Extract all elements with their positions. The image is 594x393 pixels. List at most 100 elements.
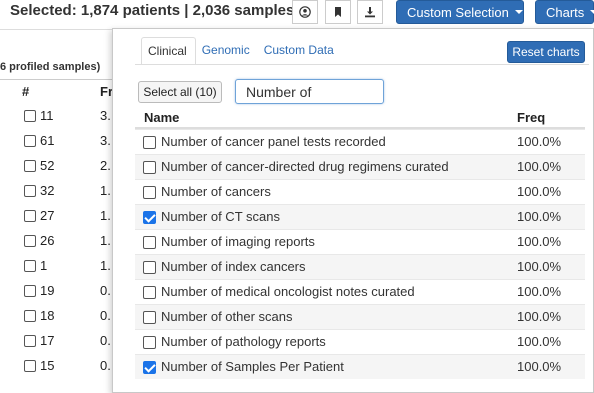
list-item[interactable]: Number of cancer-directed drug regimens … xyxy=(135,154,585,179)
row-count: 15 xyxy=(40,358,55,373)
table-row: 32 1. xyxy=(0,180,120,205)
table-row: 1 1. xyxy=(0,255,120,280)
attribute-freq: 100.0% xyxy=(517,134,562,149)
table-row: 19 0. xyxy=(0,280,120,305)
attribute-freq: 100.0% xyxy=(517,259,562,274)
table-row: 18 0. xyxy=(0,305,120,330)
download-button[interactable] xyxy=(357,0,383,24)
table-row: 11 3. xyxy=(0,105,120,130)
divider xyxy=(0,29,120,30)
tab-genomic[interactable]: Genomic xyxy=(196,37,258,65)
chevron-down-icon xyxy=(514,10,523,14)
row-checkbox[interactable] xyxy=(24,110,36,122)
list-item[interactable]: Number of cancers 100.0% xyxy=(135,179,585,204)
attribute-checkbox[interactable] xyxy=(143,311,156,324)
list-item[interactable]: Number of cancer panel tests recorded 100… xyxy=(135,129,585,154)
top-bar: Selected: 1,874 patients | 2,036 samples… xyxy=(0,0,594,28)
table-row: 26 1. xyxy=(0,230,120,255)
row-count: 11 xyxy=(40,108,54,123)
custom-selection-label: Custom Selection xyxy=(407,4,509,20)
table-subheader: 6 profiled samples) xyxy=(0,61,101,73)
list-item[interactable]: Number of imaging reports 100.0% xyxy=(135,229,585,254)
row-checkbox[interactable] xyxy=(24,160,36,172)
table-row: 15 0. xyxy=(0,355,120,380)
row-count: 32 xyxy=(40,183,55,198)
row-checkbox[interactable] xyxy=(24,260,36,272)
attribute-checkbox[interactable] xyxy=(143,161,156,174)
attribute-freq: 100.0% xyxy=(517,209,562,224)
list-item[interactable]: Number of index cancers 100.0% xyxy=(135,254,585,279)
user-circle-button[interactable] xyxy=(292,0,318,24)
attribute-label: Number of index cancers xyxy=(161,259,306,274)
search-input[interactable] xyxy=(235,79,384,104)
list-item[interactable]: Number of other scans 100.0% xyxy=(135,304,585,329)
attribute-checkbox[interactable] xyxy=(143,361,156,374)
attribute-label: Number of Samples Per Patient xyxy=(161,359,344,374)
attribute-freq: 100.0% xyxy=(517,234,562,249)
row-checkbox[interactable] xyxy=(24,310,36,322)
column-header-name: Name xyxy=(144,110,180,125)
attribute-freq: 100.0% xyxy=(517,159,562,174)
row-count: 27 xyxy=(40,208,55,223)
attribute-label: Number of cancer-directed drug regimens … xyxy=(161,159,449,174)
row-count: 17 xyxy=(40,333,55,348)
row-checkbox[interactable] xyxy=(24,360,36,372)
row-checkbox[interactable] xyxy=(24,210,36,222)
row-count: 19 xyxy=(40,283,55,298)
row-freq: 0. xyxy=(100,308,111,323)
tab-clinical[interactable]: Clinical xyxy=(141,37,196,65)
attribute-checkbox[interactable] xyxy=(143,211,156,224)
attribute-checkbox[interactable] xyxy=(143,186,156,199)
table-row: 17 0. xyxy=(0,330,120,355)
attribute-label: Number of CT scans xyxy=(161,209,280,224)
list-item[interactable]: Number of medical oncologist notes curat… xyxy=(135,279,585,304)
attribute-checkbox[interactable] xyxy=(143,236,156,249)
row-count: 18 xyxy=(40,308,55,323)
charts-button[interactable]: Charts xyxy=(535,0,594,24)
row-freq: 2. xyxy=(100,158,111,173)
tab-bar: Clinical Genomic Custom Data xyxy=(141,37,342,65)
attribute-label: Number of cancers xyxy=(161,184,271,199)
select-all-button[interactable]: Select all (10) xyxy=(138,81,222,103)
attribute-label: Number of cancer panel tests recorded xyxy=(161,134,386,149)
row-checkbox[interactable] xyxy=(24,235,36,247)
attribute-label: Number of imaging reports xyxy=(161,234,315,249)
table-row: 52 2. xyxy=(0,155,120,180)
bookmark-icon xyxy=(335,7,341,17)
divider xyxy=(0,79,120,80)
charts-label: Charts xyxy=(546,4,585,20)
attribute-checkbox[interactable] xyxy=(143,336,156,349)
attribute-label: Number of pathology reports xyxy=(161,334,326,349)
list-item[interactable]: Number of Samples Per Patient 100.0% xyxy=(135,354,585,379)
row-freq: 1. xyxy=(100,208,111,223)
list-header: Name Freq xyxy=(135,107,585,129)
custom-selection-button[interactable]: Custom Selection xyxy=(396,0,524,24)
list-item[interactable]: Number of CT scans 100.0% xyxy=(135,204,585,229)
attribute-label: Number of medical oncologist notes curat… xyxy=(161,284,415,299)
row-freq: 3. xyxy=(100,108,111,123)
attribute-checkbox[interactable] xyxy=(143,286,156,299)
study-view: Selected: 1,874 patients | 2,036 samples… xyxy=(0,0,594,393)
row-checkbox[interactable] xyxy=(24,285,36,297)
attribute-checkbox[interactable] xyxy=(143,261,156,274)
attribute-freq: 100.0% xyxy=(517,309,562,324)
chevron-down-icon xyxy=(590,10,594,14)
row-checkbox[interactable] xyxy=(24,135,36,147)
row-checkbox[interactable] xyxy=(24,185,36,197)
attribute-checkbox[interactable] xyxy=(143,136,156,149)
attribute-freq: 100.0% xyxy=(517,359,562,374)
row-freq: 0. xyxy=(100,333,111,348)
column-header-freq: Freq xyxy=(517,110,546,125)
row-checkbox[interactable] xyxy=(24,335,36,347)
table-row: 27 1. xyxy=(0,205,120,230)
attribute-freq: 100.0% xyxy=(517,284,562,299)
table-row: 61 3. xyxy=(0,130,120,155)
tab-custom-data[interactable]: Custom Data xyxy=(258,37,342,65)
reset-charts-button[interactable]: Reset charts xyxy=(507,41,585,63)
list-item[interactable]: Number of pathology reports 100.0% xyxy=(135,329,585,354)
row-freq: 0. xyxy=(100,283,111,298)
row-freq: 1. xyxy=(100,183,111,198)
bookmark-button[interactable] xyxy=(325,0,351,24)
row-freq: 1. xyxy=(100,258,111,273)
row-freq: 3. xyxy=(100,133,111,148)
